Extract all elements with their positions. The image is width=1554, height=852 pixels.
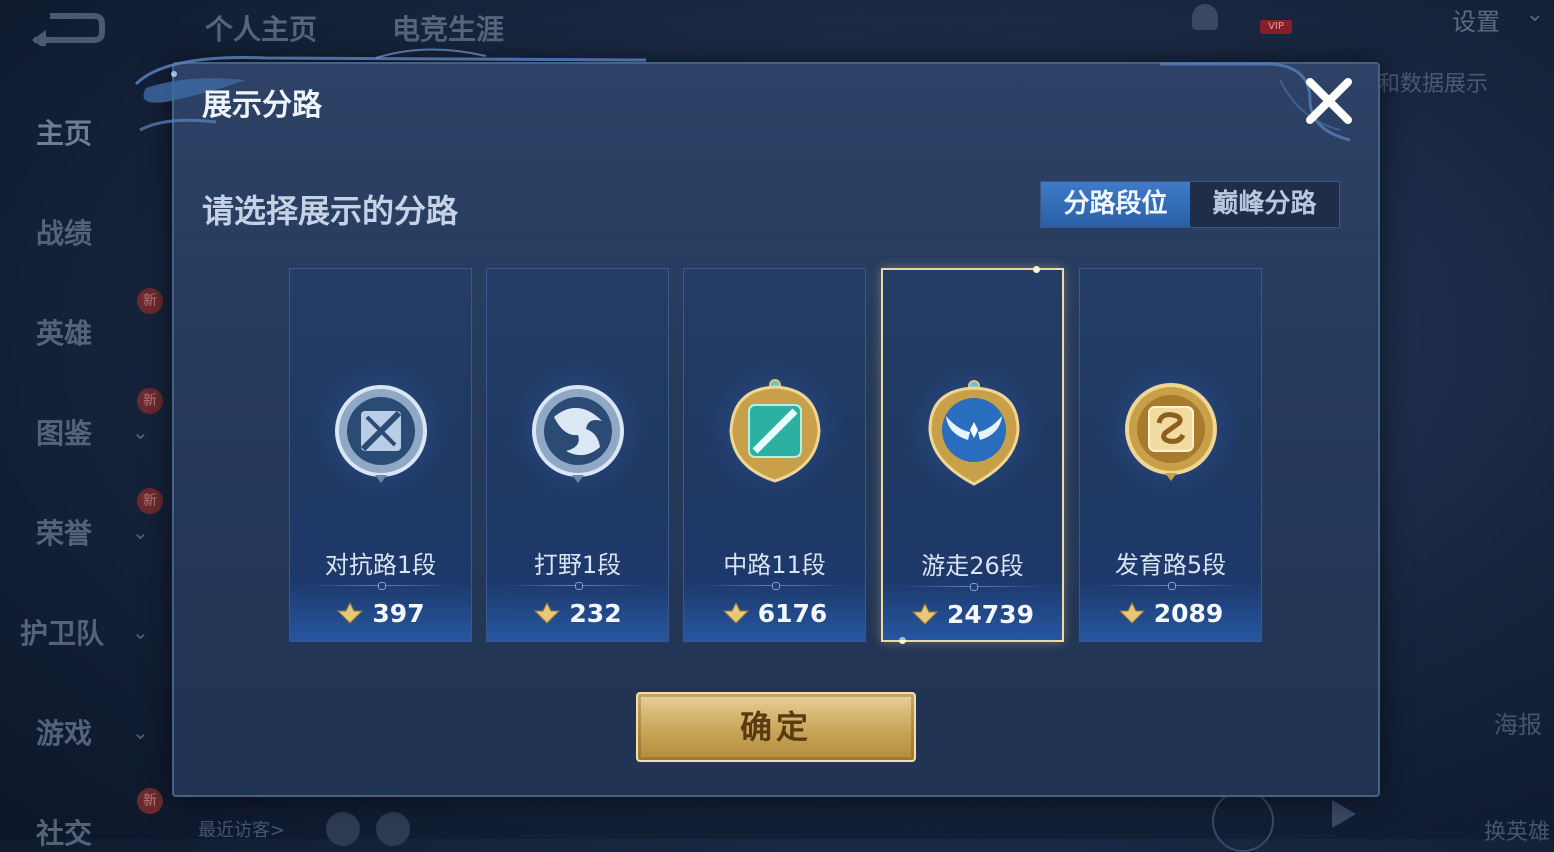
rank-points-icon [1118,601,1145,624]
avatar[interactable] [376,812,410,846]
lane-score: 397 [290,599,471,628]
nav-item-codex[interactable]: 图鉴 [36,412,92,452]
tab-esports-career[interactable]: 电竞生涯 [392,8,504,48]
lane-card-mid[interactable]: 中路11段 6176 [683,268,866,642]
nav-item-social[interactable]: 社交 [36,812,92,852]
chevron-down-icon[interactable]: ⌄ [132,720,149,744]
lane-card-jungle[interactable]: 打野1段 232 [486,268,669,642]
play-icon[interactable] [1332,800,1356,828]
chevron-down-icon[interactable]: ⌄ [132,620,149,644]
vip-badge: VIP [1260,20,1292,34]
nav-item-records[interactable]: 战绩 [36,212,92,252]
nav-item-heroes[interactable]: 英雄 [36,312,92,352]
nav-item-games[interactable]: 游戏 [36,712,92,752]
tab-lane-rank[interactable]: 分路段位 [1041,182,1190,227]
dragon-emblem-icon [532,385,624,483]
nav-item-home[interactable]: 主页 [36,112,92,152]
tab-personal-home[interactable]: 个人主页 [205,8,317,48]
nav-item-honors[interactable]: 荣誉 [36,512,92,552]
nav-item-guard[interactable]: 护卫队 [20,612,104,652]
new-badge: 新 [137,488,163,514]
lane-name: 游走26段 [921,552,1024,580]
rank-points-icon [534,601,561,624]
chevron-down-icon[interactable]: ⌄ [132,420,149,444]
lane-score: 2089 [1080,599,1261,628]
rank-points-icon [337,601,364,624]
lane-score: 6176 [684,599,865,628]
confirm-button[interactable]: 确定 [636,692,916,762]
lane-score: 232 [487,599,668,628]
upload-icon[interactable] [1212,790,1274,852]
dialog-title: 展示分路 [202,88,322,123]
staff-emblem-icon [729,379,821,483]
lane-name: 发育路5段 [1114,551,1227,579]
new-badge: 新 [137,388,163,414]
rank-points-icon [722,601,749,624]
top-tabs: 个人主页 电竞生涯 [205,8,504,48]
chevron-down-icon[interactable]: ⌄ [132,520,149,544]
bell-icon[interactable] [1192,4,1218,30]
recent-visitors-link[interactable]: 最近访客> [198,816,285,842]
chevron-down-icon[interactable]: ⌄ [1526,2,1544,27]
lane-mode-toggle: 分路段位 巅峰分路 [1040,181,1340,228]
lane-card-roam[interactable]: 游走26段 24739 [881,266,1064,644]
data-display-caption: 和数据展示 [1378,72,1489,97]
close-icon[interactable] [1300,72,1358,130]
lane-name: 中路11段 [723,551,826,579]
settings-button[interactable]: 设置 [1452,2,1500,37]
back-arrow-icon[interactable] [28,10,106,46]
poster-button[interactable]: 海报 [1494,705,1542,740]
lane-card-adc[interactable]: 发育路5段 2089 [1079,268,1262,642]
new-badge: 新 [137,288,163,314]
prompt-text: 请选择展示的分路 [202,192,459,230]
new-badge: 新 [137,788,163,814]
lane-card-top[interactable]: 对抗路1段 397 [289,268,472,642]
wings-emblem-icon [928,380,1020,486]
lane-score: 24739 [883,600,1062,629]
lane-name: 打野1段 [533,551,622,579]
rank-points-icon [911,602,939,625]
swap-hero-button[interactable]: 换英雄 [1484,814,1550,846]
bow-emblem-icon [1125,383,1217,481]
avatar[interactable] [326,812,360,846]
sword-shield-emblem-icon [335,385,427,483]
lane-name: 对抗路1段 [324,551,437,579]
tab-peak-lane[interactable]: 巅峰分路 [1190,182,1339,227]
